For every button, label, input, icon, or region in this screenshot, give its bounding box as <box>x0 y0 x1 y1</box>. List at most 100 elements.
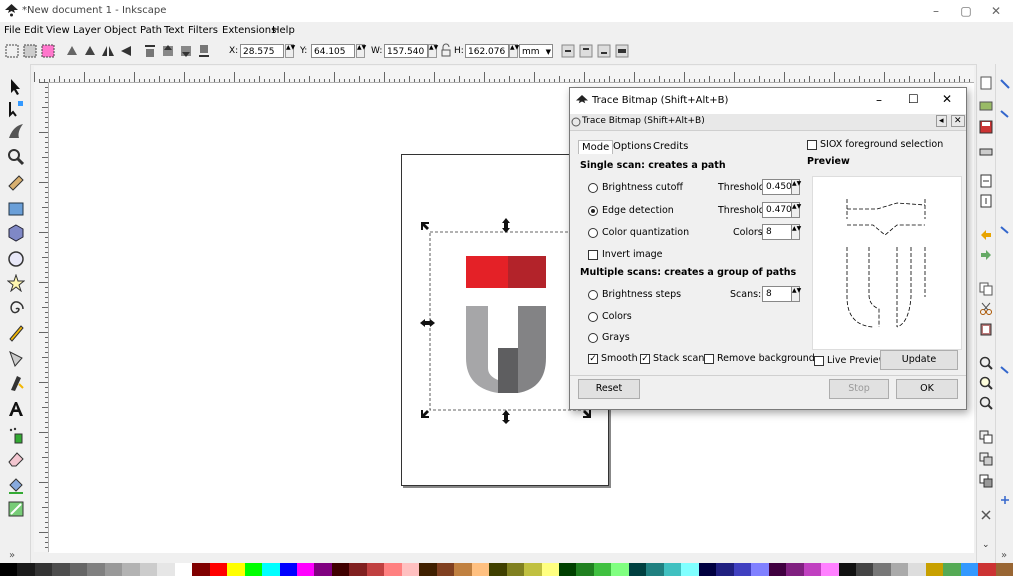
scale-handle-top-icon[interactable] <box>502 218 510 233</box>
save-icon[interactable] <box>979 120 993 134</box>
palette-swatch[interactable] <box>87 563 105 576</box>
new-document-icon[interactable] <box>979 76 993 90</box>
smooth-checkbox[interactable]: ✓ <box>588 354 598 364</box>
palette-swatch[interactable] <box>524 563 542 576</box>
menu-text[interactable]: Text <box>164 25 184 36</box>
print-icon[interactable] <box>979 144 993 158</box>
duplicate-icon[interactable] <box>979 430 993 444</box>
palette-swatch[interactable] <box>995 563 1013 576</box>
palette-swatch[interactable] <box>0 563 18 576</box>
palette-swatch[interactable] <box>943 563 961 576</box>
paste-icon[interactable] <box>979 322 993 336</box>
palette-swatch[interactable] <box>296 563 315 576</box>
copy-icon[interactable] <box>979 282 993 296</box>
scroll-down-icon[interactable]: ⌄ <box>982 540 990 550</box>
palette-swatch[interactable] <box>733 563 752 576</box>
xml-editor-icon[interactable] <box>979 508 993 522</box>
undo-icon[interactable] <box>979 228 993 242</box>
menu-object[interactable]: Object <box>104 25 137 36</box>
palette-swatch[interactable] <box>366 563 385 576</box>
pen-tool-icon[interactable] <box>7 350 25 368</box>
y-spinner[interactable]: ▲▼ <box>356 44 366 58</box>
w-spinner[interactable]: ▲▼ <box>428 44 438 58</box>
menu-extensions[interactable]: Extensions <box>222 25 276 36</box>
dock-close-icon[interactable]: ✕ <box>951 115 965 127</box>
star-tool-icon[interactable] <box>7 274 25 292</box>
palette-swatch[interactable] <box>17 563 35 576</box>
brightness-threshold-input[interactable]: 0.450 <box>762 179 792 195</box>
live-preview-checkbox[interactable] <box>814 356 824 366</box>
colors-count-input[interactable]: 8 <box>762 224 792 240</box>
scale-handle-topleft-icon[interactable] <box>421 222 429 230</box>
brightness-threshold-spinner[interactable]: ▲▼ <box>791 179 801 195</box>
palette-swatch[interactable] <box>139 563 158 576</box>
palette-swatch[interactable] <box>593 563 612 576</box>
clone-icon[interactable] <box>979 452 993 466</box>
menu-view[interactable]: View <box>46 25 70 36</box>
palette-swatch[interactable] <box>646 563 664 576</box>
menu-layer[interactable]: Layer <box>73 25 101 36</box>
palette-swatch[interactable] <box>227 563 245 576</box>
export-icon[interactable] <box>979 194 993 208</box>
scale-handle-bottomleft-icon[interactable] <box>421 410 429 418</box>
brightness-steps-radio[interactable] <box>588 290 598 300</box>
palette-swatch[interactable] <box>244 563 263 576</box>
scale-handle-left-icon[interactable] <box>420 319 435 327</box>
eraser-tool-icon[interactable] <box>7 450 25 468</box>
ok-button[interactable]: OK <box>896 379 958 399</box>
menu-edit[interactable]: Edit <box>24 25 43 36</box>
tab-credits[interactable]: Credits <box>650 140 691 153</box>
colors-count-spinner[interactable]: ▲▼ <box>791 224 801 240</box>
redo-icon[interactable] <box>979 248 993 262</box>
palette-swatch[interactable] <box>681 563 699 576</box>
palette-swatch[interactable] <box>890 563 909 576</box>
palette-swatch[interactable] <box>52 563 70 576</box>
palette-swatch[interactable] <box>454 563 472 576</box>
h-spinner[interactable]: ▲▼ <box>509 44 519 58</box>
pencil-tool-icon[interactable] <box>7 324 25 342</box>
palette-swatch[interactable] <box>838 563 856 576</box>
menu-filters[interactable]: Filters <box>188 25 218 36</box>
snap-bbox-icon[interactable] <box>999 108 1011 120</box>
palette-swatch[interactable] <box>576 563 594 576</box>
stop-button[interactable]: Stop <box>829 379 889 399</box>
palette-swatch[interactable] <box>960 563 979 576</box>
palette-swatch[interactable] <box>34 563 53 576</box>
colors-radio[interactable] <box>588 312 598 322</box>
y-field[interactable]: 64.105 <box>311 44 355 58</box>
snap-toggle-icon[interactable] <box>999 78 1011 90</box>
dialog-minimize-button[interactable]: – <box>876 93 882 107</box>
palette-swatch[interactable] <box>855 563 874 576</box>
palette-swatch[interactable] <box>419 563 437 576</box>
scale-handle-bottom-icon[interactable] <box>502 410 510 424</box>
more-tools-icon[interactable]: » <box>9 550 15 561</box>
scans-input[interactable]: 8 <box>762 286 792 302</box>
snap-paths-icon[interactable] <box>999 364 1011 376</box>
select-all-layers-icon[interactable] <box>22 43 38 59</box>
palette-swatch[interactable] <box>925 563 944 576</box>
palette-swatch[interactable] <box>628 563 647 576</box>
scale-corners-icon[interactable] <box>578 43 594 59</box>
palette-swatch[interactable] <box>786 563 804 576</box>
scale-stroke-icon[interactable] <box>560 43 576 59</box>
palette-swatch[interactable] <box>559 563 577 576</box>
stack-scans-checkbox[interactable]: ✓ <box>640 354 650 364</box>
color-quantization-radio[interactable] <box>588 228 598 238</box>
menu-file[interactable]: File <box>4 25 21 36</box>
palette-swatch[interactable] <box>506 563 525 576</box>
unlink-clone-icon[interactable] <box>979 474 993 488</box>
x-field[interactable]: 28.575 <box>240 44 284 58</box>
remove-background-checkbox[interactable] <box>704 354 714 364</box>
zoom-drawing-icon[interactable] <box>979 376 993 390</box>
snap-grid-icon[interactable] <box>999 494 1011 506</box>
palette-swatch[interactable] <box>611 563 629 576</box>
ellipse-tool-icon[interactable] <box>7 250 25 268</box>
siox-checkbox[interactable] <box>807 140 817 150</box>
palette-swatch[interactable] <box>821 563 839 576</box>
palette-swatch[interactable] <box>489 563 507 576</box>
measure-tool-icon[interactable] <box>7 174 25 192</box>
zoom-page-icon[interactable] <box>979 396 993 410</box>
snap-nodes-icon[interactable] <box>999 224 1011 236</box>
move-gradients-icon[interactable] <box>596 43 612 59</box>
lock-ratio-icon[interactable] <box>440 43 452 59</box>
